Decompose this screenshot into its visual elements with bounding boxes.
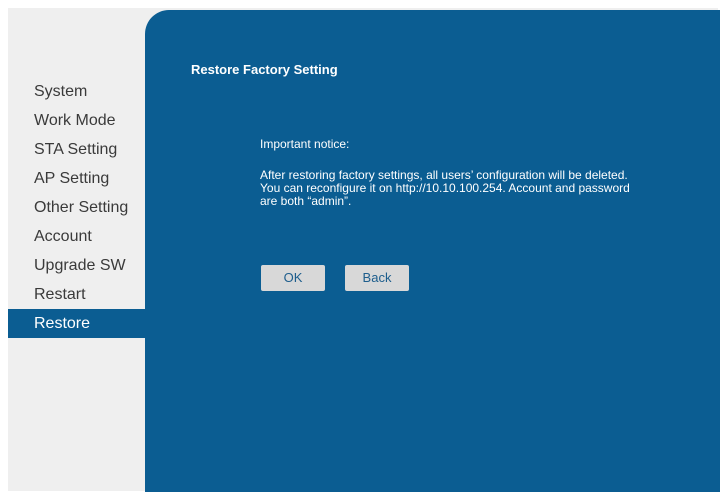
content-panel: Restore Factory Setting Important notice… — [145, 10, 720, 492]
sidebar-item-work-mode[interactable]: Work Mode — [8, 106, 145, 135]
sidebar-item-restart[interactable]: Restart — [8, 280, 145, 309]
notice-heading: Important notice: — [260, 137, 350, 151]
sidebar-item-account[interactable]: Account — [8, 222, 145, 251]
sidebar-item-other-setting[interactable]: Other Setting — [8, 193, 145, 222]
sidebar-item-system[interactable]: System — [8, 77, 145, 106]
ok-button[interactable]: OK — [261, 265, 325, 291]
notice-body: After restoring factory settings, all us… — [260, 168, 630, 208]
sidebar-item-sta-setting[interactable]: STA Setting — [8, 135, 145, 164]
sidebar-nav: System Work Mode STA Setting AP Setting … — [8, 77, 145, 338]
back-button[interactable]: Back — [345, 265, 409, 291]
page-title: Restore Factory Setting — [191, 62, 338, 77]
sidebar-item-upgrade-sw[interactable]: Upgrade SW — [8, 251, 145, 280]
sidebar-item-restore[interactable]: Restore — [8, 309, 145, 338]
sidebar-item-ap-setting[interactable]: AP Setting — [8, 164, 145, 193]
